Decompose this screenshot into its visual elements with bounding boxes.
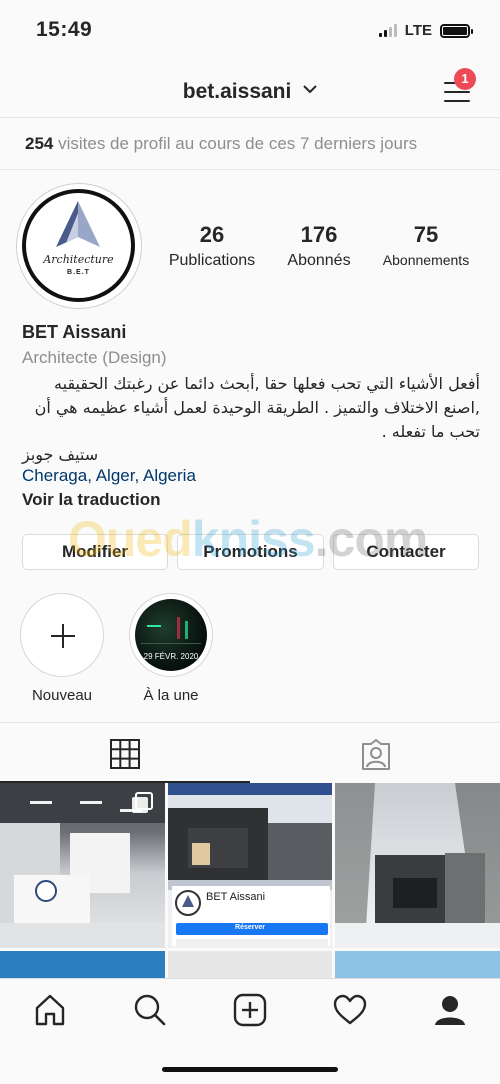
- stat-following[interactable]: 75 Abonnements: [374, 222, 478, 268]
- grid-icon: [110, 739, 140, 769]
- signal-icon: [378, 24, 397, 37]
- stat-followers[interactable]: 176 Abonnés: [272, 222, 366, 270]
- bio-signature: ستيف جوبز: [22, 445, 99, 464]
- home-icon[interactable]: [33, 993, 67, 1027]
- profile-bio: BET Aissani Architecte (Design) أفعل الأ…: [22, 322, 482, 514]
- bottom-navigation: [0, 978, 500, 1084]
- add-post-icon[interactable]: [233, 993, 267, 1027]
- highlight-featured[interactable]: 29 FÉVR. 2020 À la une: [121, 593, 221, 704]
- see-translation-link[interactable]: Voir la traduction: [22, 490, 482, 514]
- account-switcher[interactable]: bet.aissani: [0, 76, 500, 104]
- new-highlight-circle: [20, 593, 104, 677]
- highlight-new[interactable]: Nouveau: [12, 593, 112, 704]
- logo-subtext: B.E.T: [67, 269, 90, 276]
- highlight-label: À la une: [143, 687, 199, 704]
- menu-button[interactable]: 1: [438, 68, 478, 108]
- post-thumbnail[interactable]: [335, 951, 500, 978]
- stat-label: Abonnés: [287, 252, 351, 269]
- profile-header: bet.aissani 1: [0, 60, 500, 118]
- stat-label: Publications: [168, 252, 256, 269]
- stat-publications[interactable]: 26 Publications: [160, 222, 264, 270]
- heart-icon[interactable]: [333, 993, 367, 1027]
- post-action-label: Réserver: [235, 924, 265, 931]
- profile-name: BET Aissani: [22, 322, 127, 342]
- contact-button[interactable]: Contacter: [333, 534, 479, 570]
- edit-profile-button[interactable]: Modifier: [22, 534, 168, 570]
- profile-tabs: [0, 722, 500, 783]
- network-label: LTE: [404, 22, 432, 39]
- profile-location[interactable]: Cheraga, Alger, Algeria: [22, 466, 482, 490]
- post-thumbnail[interactable]: BET Aissani Réserver: [168, 783, 332, 948]
- post-thumbnail[interactable]: [0, 783, 165, 948]
- home-indicator: [162, 1067, 338, 1072]
- profile-visits-banner[interactable]: 254 visites de profil au cours de ces 7 …: [0, 118, 500, 170]
- tab-grid[interactable]: [0, 723, 250, 783]
- highlight-label: Nouveau: [31, 687, 93, 704]
- visits-text: visites de profil au cours de ces 7 dern…: [53, 134, 418, 153]
- promotions-button[interactable]: Promotions: [177, 534, 324, 570]
- bio-text: أفعل الأشياء التي تحب فعلها حقا ,أبحث دا…: [34, 374, 480, 441]
- status-indicators: LTE: [378, 22, 473, 39]
- status-time: 15:49: [36, 18, 93, 41]
- stat-value: 176: [300, 222, 338, 247]
- highlight-cover: 29 FÉVR. 2020: [129, 593, 213, 677]
- status-bar: 15:49 LTE: [0, 0, 500, 60]
- username: bet.aissani: [182, 80, 292, 103]
- stat-label: Abonnements: [382, 252, 470, 268]
- highlight-date: 29 FÉVR. 2020: [143, 652, 199, 661]
- chevron-down-icon: [303, 76, 317, 100]
- post-page-name: BET Aissani: [206, 891, 266, 903]
- search-icon[interactable]: [133, 993, 167, 1027]
- stat-value: 26: [199, 222, 225, 247]
- posts-grid: BET Aissani Réserver: [0, 783, 500, 978]
- post-thumbnail[interactable]: [0, 951, 165, 978]
- logo-text: Architecture: [43, 253, 114, 266]
- notification-badge: 1: [454, 68, 476, 90]
- stat-value: 75: [413, 222, 439, 247]
- profile-category: Architecte (Design): [22, 348, 167, 367]
- visits-count: 254: [25, 134, 54, 153]
- battery-icon: [440, 23, 473, 38]
- post-thumbnail[interactable]: [335, 783, 500, 948]
- tab-tagged[interactable]: [250, 723, 500, 783]
- avatar-logo: Architecture B.E.T: [22, 189, 135, 302]
- profile-avatar[interactable]: Architecture B.E.T: [16, 183, 142, 309]
- tagged-icon: [362, 739, 390, 770]
- profile-icon[interactable]: [433, 993, 467, 1027]
- post-thumbnail[interactable]: [168, 951, 332, 978]
